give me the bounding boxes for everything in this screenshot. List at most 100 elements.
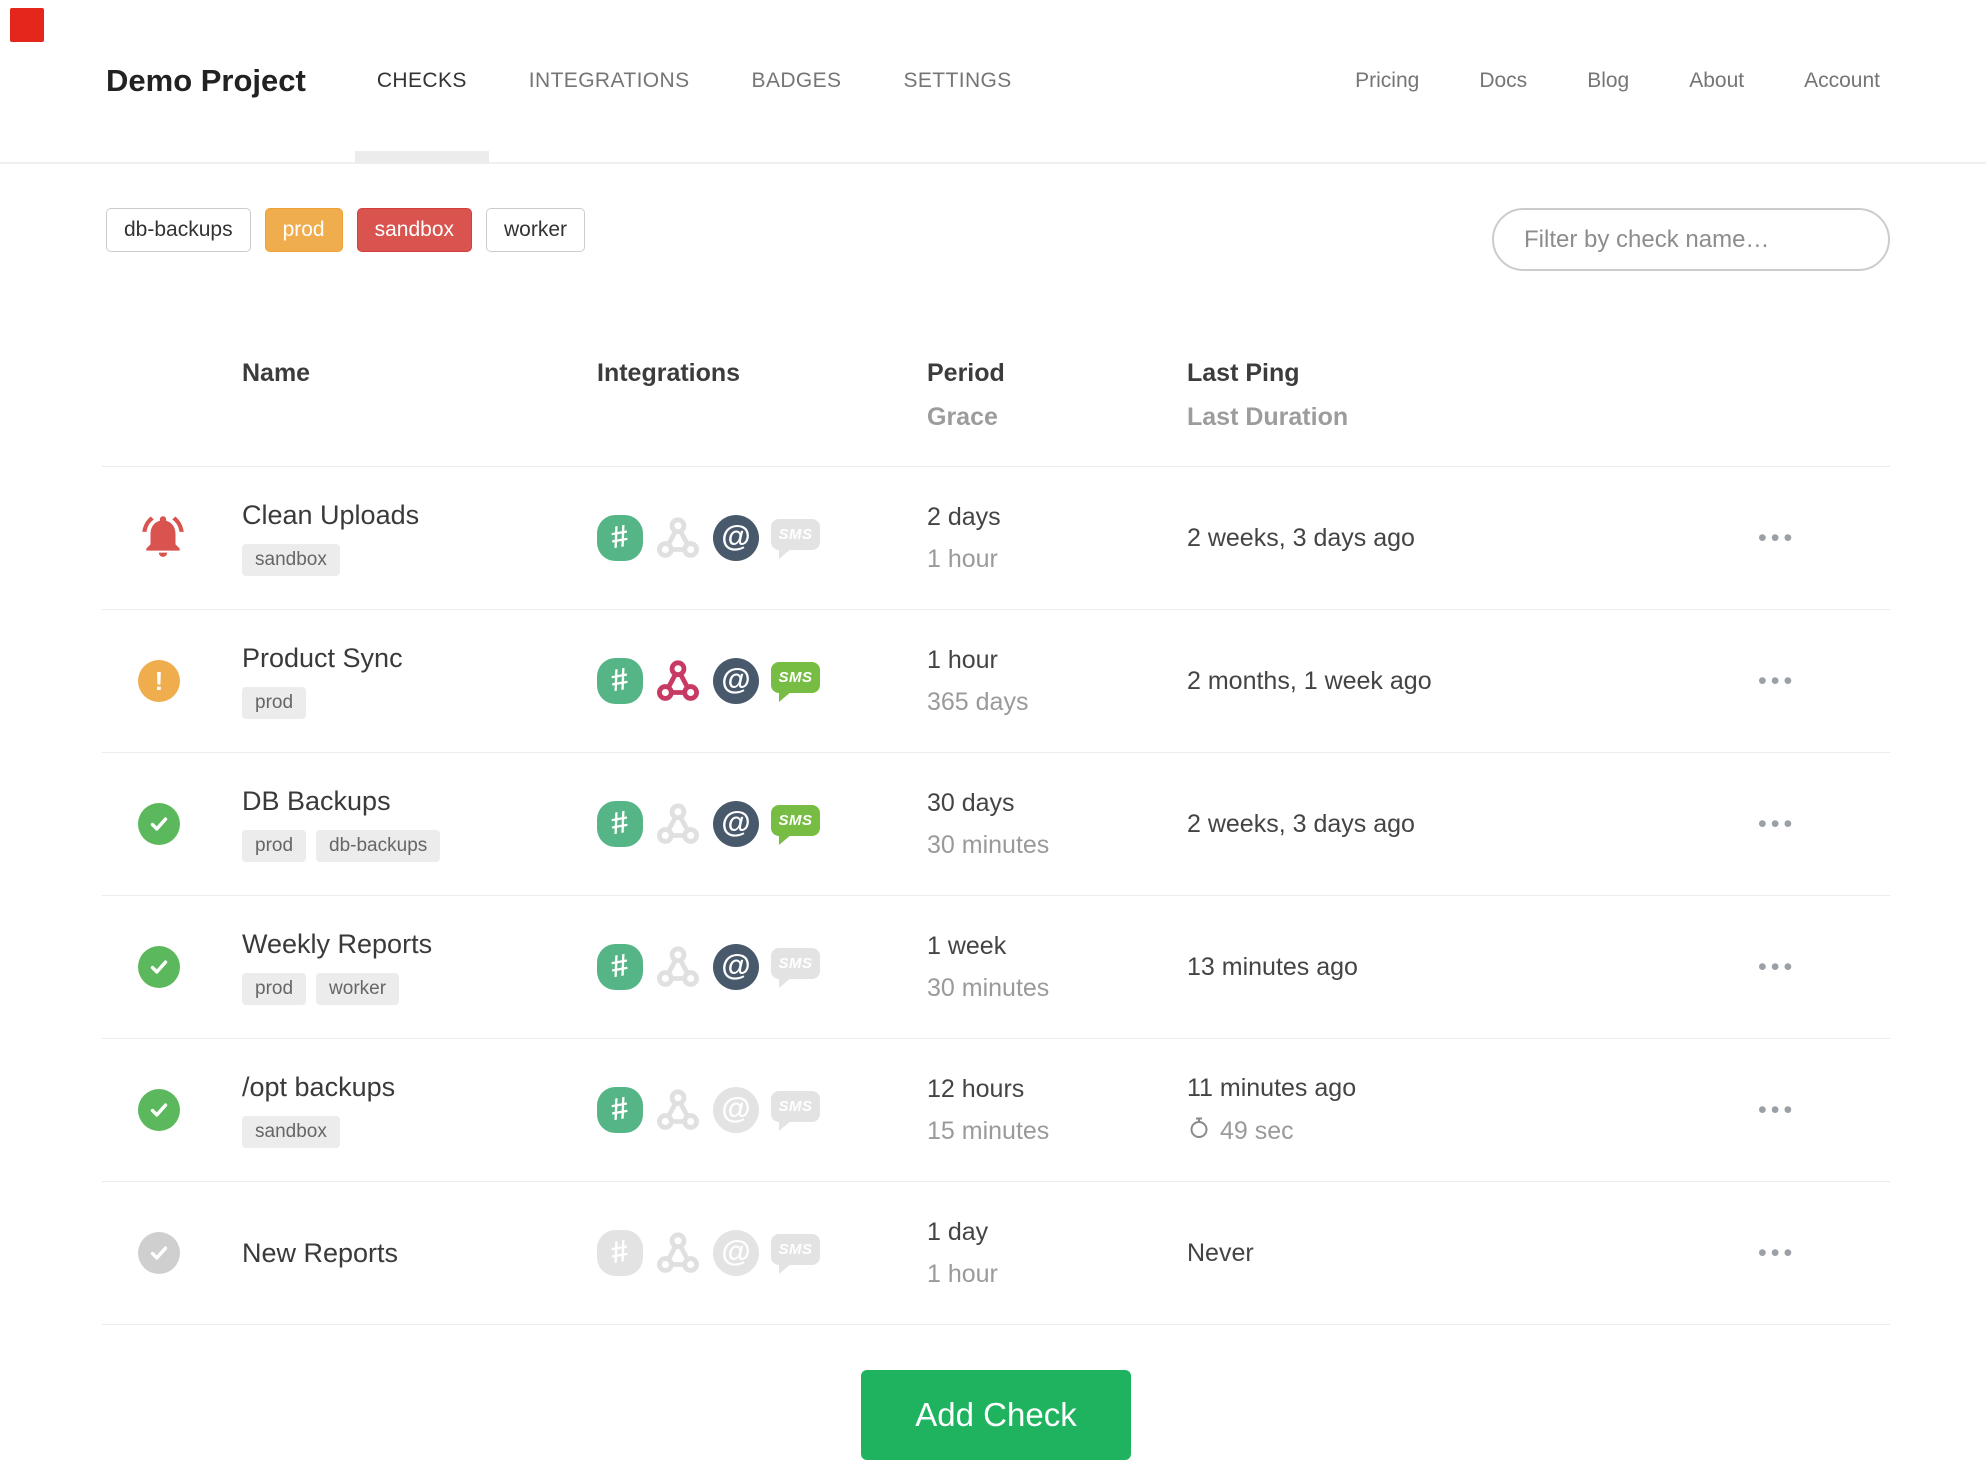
sms-icon[interactable]: SMS [771, 805, 820, 845]
exclamation-glyph: ! [154, 665, 164, 696]
table-row[interactable]: ! Product Sync prod # @ SMS 1 hour 365 days 2 mo… [102, 610, 1890, 753]
top-nav: Demo Project CHECKS INTEGRATIONS BADGES SET… [0, 0, 1986, 164]
webhook-icon[interactable] [655, 658, 701, 704]
grace-value: 1 hour [927, 544, 998, 573]
col-header-period: Period [927, 359, 1005, 387]
main-tabs: CHECKS INTEGRATIONS BADGES SETTINGS [354, 0, 1012, 164]
check-name[interactable]: Weekly Reports [242, 929, 597, 960]
period-value: 1 week [927, 931, 1007, 960]
col-header-grace: Grace [927, 403, 998, 431]
slack-icon[interactable]: # [597, 1087, 643, 1133]
row-menu-button[interactable]: ••• [1758, 524, 1796, 552]
webhook-icon[interactable] [655, 1230, 701, 1276]
slack-icon[interactable]: # [597, 1230, 643, 1276]
last-ping-value: 13 minutes ago [1187, 952, 1358, 981]
last-ping-value: 2 months, 1 week ago [1187, 666, 1432, 695]
table-row[interactable]: DB Backups prod db-backups # @ SMS 30 days 30 m… [102, 753, 1890, 896]
col-header-name: Name [242, 359, 311, 387]
col-header-integrations: Integrations [597, 359, 741, 387]
nav-link-blog[interactable]: Blog [1587, 69, 1629, 93]
sms-icon[interactable]: SMS [771, 1234, 820, 1274]
project-name: Demo Project [106, 63, 306, 98]
check-tag: db-backups [316, 830, 441, 862]
last-ping-value: 2 weeks, 3 days ago [1187, 809, 1415, 838]
nav-link-docs[interactable]: Docs [1479, 69, 1527, 93]
check-name[interactable]: DB Backups [242, 786, 597, 817]
last-ping-value: 11 minutes ago [1187, 1073, 1357, 1102]
tab-badges[interactable]: BADGES [752, 0, 842, 162]
grace-value: 30 minutes [927, 973, 1050, 1002]
integrations-cell: # @ SMS [597, 658, 927, 704]
integrations-cell: # @ SMS [597, 1230, 927, 1276]
tab-integrations[interactable]: INTEGRATIONS [529, 0, 690, 162]
check-name[interactable]: Clean Uploads [242, 500, 597, 531]
webhook-icon[interactable] [655, 515, 701, 561]
filter-tag-worker[interactable]: worker [486, 208, 586, 252]
new-status-icon [138, 1232, 180, 1274]
tab-settings[interactable]: SETTINGS [903, 0, 1011, 162]
table-header: Name Integrations Period Grace Last Ping… [102, 359, 1890, 467]
check-name[interactable]: Product Sync [242, 643, 597, 674]
check-name[interactable]: New Reports [242, 1238, 597, 1269]
stopwatch-icon [1187, 1116, 1211, 1147]
check-name[interactable]: /opt backups [242, 1072, 597, 1103]
nav-link-about[interactable]: About [1689, 69, 1744, 93]
col-header-last-ping: Last Ping [1187, 359, 1300, 387]
slack-icon[interactable]: # [597, 658, 643, 704]
slack-icon[interactable]: # [597, 515, 643, 561]
email-icon[interactable]: @ [713, 1230, 759, 1276]
sms-icon[interactable]: SMS [771, 662, 820, 702]
filter-tag-sandbox[interactable]: sandbox [356, 208, 473, 252]
sms-icon[interactable]: SMS [771, 1091, 820, 1131]
row-menu-button[interactable]: ••• [1758, 1239, 1796, 1267]
row-menu-button[interactable]: ••• [1758, 953, 1796, 981]
add-check-button[interactable]: Add Check [861, 1370, 1131, 1460]
email-icon[interactable]: @ [713, 801, 759, 847]
email-icon[interactable]: @ [713, 515, 759, 561]
alert-bell-icon [138, 511, 242, 566]
period-value: 1 day [927, 1217, 989, 1246]
integrations-cell: # @ SMS [597, 1087, 927, 1133]
recording-indicator [10, 8, 44, 42]
tab-checks[interactable]: CHECKS [354, 0, 489, 164]
filter-tag-prod[interactable]: prod [264, 208, 343, 252]
table-row[interactable]: Weekly Reports prod worker # @ SMS 1 week 30 mi… [102, 896, 1890, 1039]
check-name-filter-input[interactable] [1492, 208, 1890, 271]
slack-icon[interactable]: # [597, 944, 643, 990]
duration-text: 49 sec [1220, 1116, 1294, 1145]
email-icon[interactable]: @ [713, 1087, 759, 1133]
table-row[interactable]: /opt backups sandbox # @ SMS 12 hours 15 minut… [102, 1039, 1890, 1182]
sms-icon[interactable]: SMS [771, 519, 820, 559]
account-menu[interactable]: Account [1804, 69, 1890, 93]
project-switcher[interactable]: Demo Project [106, 0, 320, 162]
account-label: Account [1804, 69, 1880, 92]
warning-status-icon: ! [138, 660, 180, 702]
webhook-icon[interactable] [655, 1087, 701, 1133]
slack-icon[interactable]: # [597, 801, 643, 847]
col-header-last-duration: Last Duration [1187, 403, 1349, 431]
webhook-icon[interactable] [655, 944, 701, 990]
row-menu-button[interactable]: ••• [1758, 810, 1796, 838]
row-menu-button[interactable]: ••• [1758, 667, 1796, 695]
grace-value: 30 minutes [927, 830, 1050, 859]
email-icon[interactable]: @ [713, 658, 759, 704]
table-row[interactable]: Clean Uploads sandbox # @ SMS 2 days 1 hour 2 w… [102, 467, 1890, 610]
filter-tag-db-backups[interactable]: db-backups [106, 208, 251, 252]
last-ping-value: Never [1187, 1238, 1254, 1267]
webhook-icon[interactable] [655, 801, 701, 847]
check-tag: prod [242, 973, 307, 1005]
table-row[interactable]: New Reports # @ SMS 1 day 1 hour Never ••• [102, 1182, 1890, 1325]
period-value: 12 hours [927, 1074, 1025, 1103]
integrations-cell: # @ SMS [597, 801, 927, 847]
check-tag: prod [242, 687, 307, 719]
up-status-icon [138, 1089, 180, 1131]
check-tag: worker [316, 973, 400, 1005]
up-status-icon [138, 803, 180, 845]
filter-bar: db-backups prod sandbox worker [0, 164, 1986, 271]
nav-link-pricing[interactable]: Pricing [1355, 69, 1419, 93]
email-icon[interactable]: @ [713, 944, 759, 990]
grace-value: 15 minutes [927, 1116, 1050, 1145]
sms-icon[interactable]: SMS [771, 948, 820, 988]
checks-table: Name Integrations Period Grace Last Ping… [102, 359, 1890, 1325]
row-menu-button[interactable]: ••• [1758, 1096, 1796, 1124]
